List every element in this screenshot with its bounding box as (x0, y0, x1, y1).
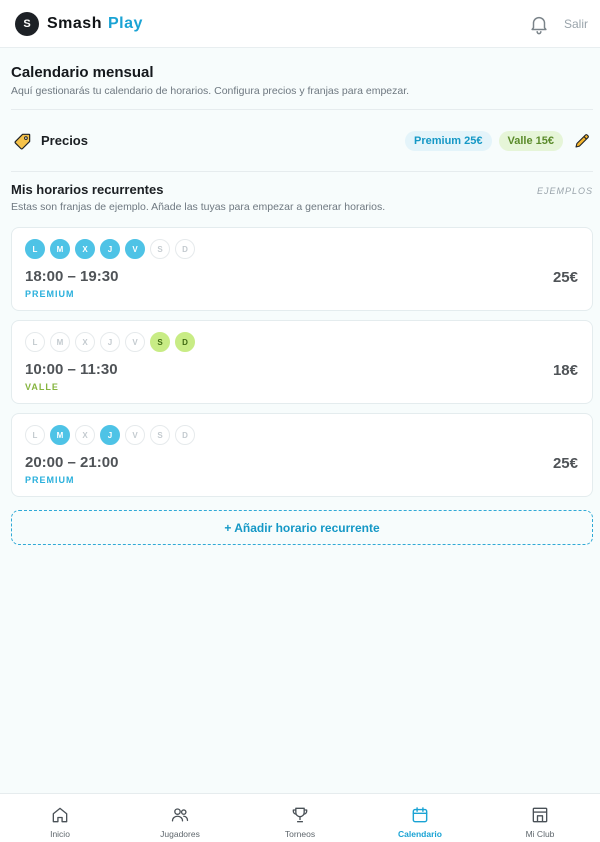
day-chip[interactable]: L (25, 239, 45, 259)
tab-label: Mi Club (525, 829, 555, 839)
weekday-selector: L M X J V S D (25, 332, 579, 352)
page-title: Calendario mensual (11, 64, 154, 81)
day-chip[interactable]: M (50, 425, 70, 445)
page-subtitle: Aquí gestionarás tu calendario de horari… (11, 85, 410, 97)
day-chip[interactable]: V (125, 239, 145, 259)
logout-button[interactable]: Salir (564, 17, 588, 31)
recurring-slot-card[interactable]: L M X J V S D 18:00 – 19:30 PREMIUM 25€ (11, 227, 593, 311)
slot-time: 10:00 – 11:30 (25, 361, 118, 378)
price-tag-icon (14, 133, 31, 149)
day-chip[interactable]: S (150, 239, 170, 259)
users-icon (171, 808, 189, 822)
day-chip[interactable]: D (175, 239, 195, 259)
day-chip[interactable]: M (50, 239, 70, 259)
tab-mi-club[interactable]: Mi Club (480, 794, 600, 842)
tab-label: Calendario (398, 829, 442, 839)
slot-time: 18:00 – 19:30 (25, 268, 119, 285)
prices-row: Precios Premium 25€ Valle 15€ (11, 110, 593, 171)
premium-price-chip[interactable]: Premium 25€ (405, 130, 492, 151)
day-chip[interactable]: V (125, 425, 145, 445)
day-chip[interactable]: X (75, 425, 95, 445)
brand-part-1: Smash (47, 14, 102, 32)
tab-label: Jugadores (160, 829, 200, 839)
day-chip[interactable]: J (100, 239, 120, 259)
tab-calendario[interactable]: Calendario (360, 794, 480, 842)
day-chip[interactable]: M (50, 332, 70, 352)
tab-label: Inicio (50, 829, 70, 839)
day-chip[interactable]: X (75, 239, 95, 259)
recurring-subtitle: Estas son franjas de ejemplo. Añade las … (11, 201, 386, 213)
brand-part-2: Play (107, 14, 143, 32)
main-content: Calendario mensual Aquí gestionarás tu c… (11, 48, 593, 545)
day-chip[interactable]: J (100, 332, 120, 352)
bottom-tab-bar: Inicio Jugadores Torneos Calendario Mi C… (0, 793, 600, 842)
slot-kind: VALLE (25, 382, 59, 392)
day-chip[interactable]: D (175, 332, 195, 352)
day-chip[interactable]: L (25, 332, 45, 352)
trophy-icon (292, 807, 308, 823)
valle-price-chip[interactable]: Valle 15€ (498, 130, 563, 151)
slot-price: 25€ (552, 269, 578, 286)
tab-torneos[interactable]: Torneos (240, 794, 360, 842)
logo-icon[interactable]: S (15, 11, 39, 36)
home-icon (52, 807, 68, 823)
examples-badge: EJEMPLOS (536, 186, 593, 196)
prices-label: Precios (41, 133, 88, 148)
day-chip[interactable]: L (25, 425, 45, 445)
tab-label: Torneos (284, 829, 316, 839)
club-icon (532, 807, 548, 823)
day-chip[interactable]: J (100, 425, 120, 445)
weekday-selector: L M X J V S D (25, 239, 579, 259)
day-chip[interactable]: V (125, 332, 145, 352)
day-chip[interactable]: X (75, 332, 95, 352)
recurring-slot-card[interactable]: L M X J V S D 20:00 – 21:00 PREMIUM 25€ (11, 413, 593, 497)
slot-kind: PREMIUM (25, 475, 75, 485)
slot-price: 25€ (552, 455, 578, 472)
slot-time: 20:00 – 21:00 (25, 454, 119, 471)
weekday-selector: L M X J V S D (25, 425, 579, 445)
day-chip[interactable]: S (150, 332, 170, 352)
tab-inicio[interactable]: Inicio (0, 794, 120, 842)
edit-pencil-icon[interactable] (573, 132, 591, 150)
calendar-header: Calendario mensual Aquí gestionarás tu c… (11, 48, 593, 97)
slot-price: 18€ (552, 362, 578, 379)
day-chip[interactable]: D (175, 425, 195, 445)
add-recurring-slot-button[interactable]: + Añadir horario recurrente (11, 510, 593, 545)
tab-jugadores[interactable]: Jugadores (120, 794, 240, 842)
recurring-title: Mis horarios recurrentes (11, 182, 164, 197)
app-header: S Smash Play Salir (0, 0, 600, 48)
slot-kind: PREMIUM (25, 289, 75, 299)
bell-icon[interactable] (528, 13, 550, 35)
recurring-slot-card[interactable]: L M X J V S D 10:00 – 11:30 VALLE 18€ (11, 320, 593, 404)
day-chip[interactable]: S (150, 425, 170, 445)
calendar-icon (412, 807, 428, 823)
recurring-slot-list: L M X J V S D 18:00 – 19:30 PREMIUM 25€ … (11, 227, 593, 497)
recurring-header: Mis horarios recurrentes EJEMPLOS (11, 172, 593, 197)
brand-name: Smash Play (47, 15, 143, 33)
